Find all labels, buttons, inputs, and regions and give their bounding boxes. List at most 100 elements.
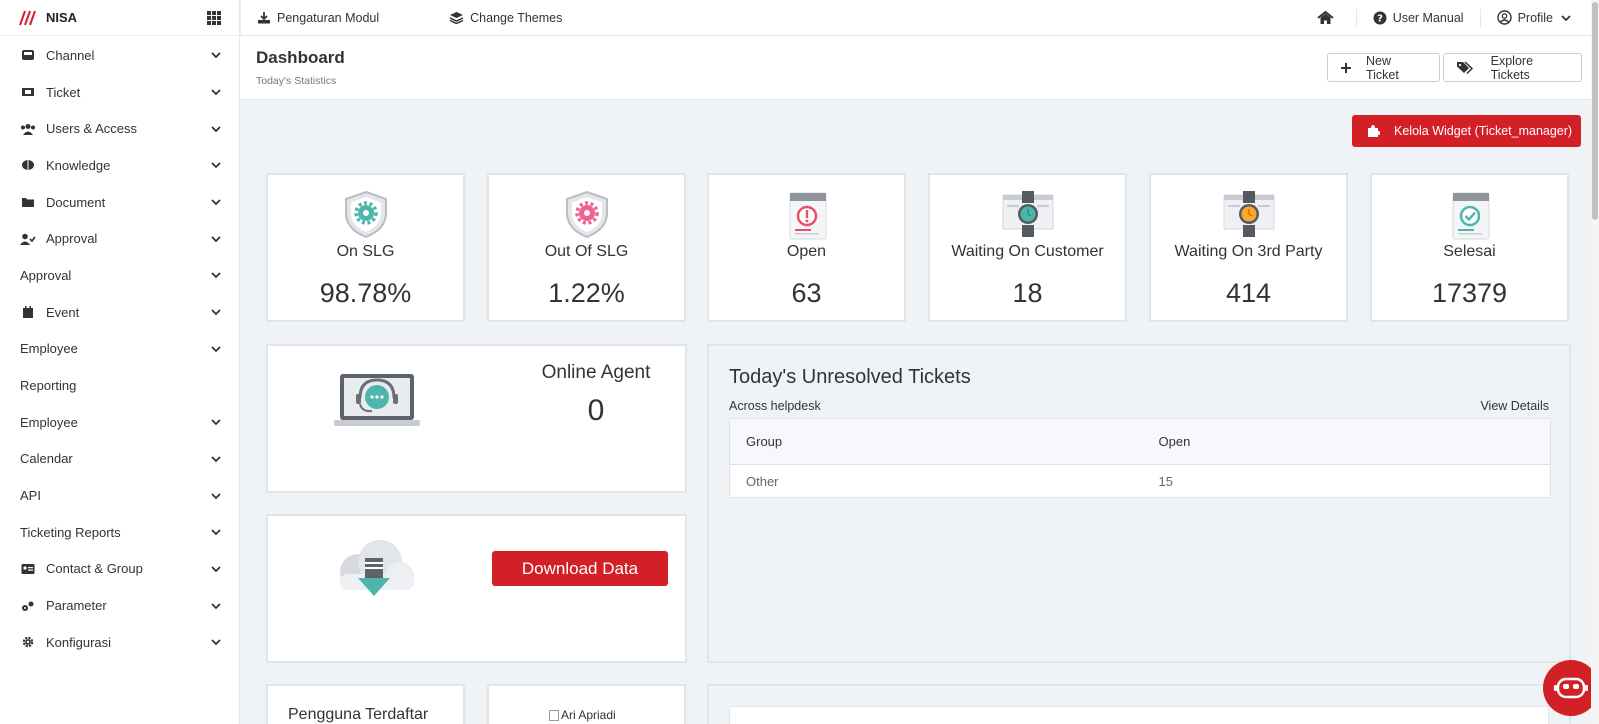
sidebar-item-label: Employee bbox=[20, 414, 78, 430]
stat-value: 18 bbox=[1012, 278, 1043, 308]
stat-card-open[interactable]: Open 63 bbox=[707, 173, 906, 322]
sidebar-item-users-access[interactable]: Users & Access bbox=[0, 110, 239, 147]
sidebar-item-contact-group[interactable]: Contact & Group bbox=[0, 551, 239, 588]
table-row[interactable]: Other 15 bbox=[730, 465, 1551, 498]
user-circle-icon bbox=[1496, 10, 1512, 25]
channel-icon bbox=[20, 48, 36, 62]
sidebar-item-parameter[interactable]: Parameter bbox=[0, 587, 239, 624]
sidebar-item-label: Users & Access bbox=[46, 121, 138, 137]
avatar-card: Ari Apriadi bbox=[487, 684, 686, 724]
cloud-download-icon bbox=[340, 540, 414, 596]
unresolved-table: Group Open Other 15 bbox=[729, 418, 1551, 498]
sidebar-item-label: Reporting bbox=[20, 378, 77, 394]
top-navbar: Pengaturan Modul Change Themes ? User Ma… bbox=[240, 0, 1599, 36]
sidebar-item-event[interactable]: Event bbox=[0, 294, 239, 331]
svg-text:?: ? bbox=[1377, 13, 1383, 24]
home-button[interactable] bbox=[1301, 0, 1356, 35]
shield-gear-green-icon bbox=[344, 190, 387, 239]
sidebar-item-reporting[interactable]: Reporting bbox=[0, 367, 239, 404]
change-themes-link[interactable]: Change Themes bbox=[433, 0, 578, 35]
manage-widget-button[interactable]: Kelola Widget (Ticket_manager) bbox=[1352, 115, 1581, 147]
chevron-down-icon bbox=[211, 491, 221, 501]
chevron-down-icon bbox=[211, 234, 221, 244]
chevron-down-icon bbox=[211, 197, 221, 207]
sidebar-item-employee[interactable]: Employee bbox=[0, 331, 239, 368]
robot-icon bbox=[1554, 677, 1588, 699]
change-themes-label: Change Themes bbox=[470, 10, 563, 25]
page-scrollbar[interactable] bbox=[1591, 0, 1599, 724]
column-header-group: Group bbox=[729, 418, 1143, 465]
address-card-icon bbox=[20, 562, 36, 576]
sidebar-item-channel[interactable]: Channel bbox=[0, 37, 239, 74]
sidebar-item-konfigurasi[interactable]: Konfigurasi bbox=[0, 624, 239, 661]
chevron-down-icon bbox=[211, 124, 221, 134]
user-check-icon bbox=[20, 232, 36, 246]
manage-widget-label: Kelola Widget (Ticket_manager) bbox=[1394, 124, 1573, 138]
module-settings-link[interactable]: Pengaturan Modul bbox=[240, 0, 395, 35]
stat-label: Waiting On Customer bbox=[951, 243, 1104, 260]
download-data-button[interactable]: Download Data bbox=[492, 551, 668, 586]
stat-card-selesai[interactable]: Selesai 17379 bbox=[1370, 173, 1569, 322]
sidebar-item-ticketing-reports[interactable]: Ticketing Reports bbox=[0, 514, 239, 551]
new-ticket-button[interactable]: New Ticket bbox=[1327, 53, 1440, 82]
sidebar-item-label: Konfigurasi bbox=[46, 634, 112, 650]
stat-label: Waiting On 3rd Party bbox=[1174, 243, 1323, 260]
apps-grid-icon[interactable] bbox=[207, 10, 221, 25]
registered-users-label: Pengguna Terdaftar bbox=[288, 706, 429, 723]
table-cell-open: 15 bbox=[1158, 473, 1173, 489]
home-icon bbox=[1317, 10, 1334, 24]
chevron-down-icon bbox=[211, 527, 221, 537]
sidebar-item-label: Ticket bbox=[46, 84, 81, 100]
chevron-down-icon bbox=[211, 307, 221, 317]
stat-value: 98.78% bbox=[319, 278, 412, 308]
chevron-down-icon bbox=[211, 417, 221, 427]
user-manual-link[interactable]: ? User Manual bbox=[1357, 0, 1480, 35]
stat-card-waiting-3rd-party[interactable]: Waiting On 3rd Party 414 bbox=[1149, 173, 1348, 322]
sidebar-item-approval-2[interactable]: Approval bbox=[0, 257, 239, 294]
online-agent-label: Online Agent bbox=[541, 362, 651, 383]
profile-menu[interactable]: Profile bbox=[1481, 0, 1599, 35]
scrollbar-thumb[interactable] bbox=[1592, 2, 1598, 220]
sidebar-item-approval[interactable]: Approval bbox=[0, 220, 239, 257]
stat-card-out-of-slg[interactable]: Out Of SLG 1.22% bbox=[487, 173, 686, 322]
sidebar-item-label: Event bbox=[46, 304, 80, 320]
stat-value: 17379 bbox=[1431, 278, 1508, 308]
avatar: Ari Apriadi bbox=[549, 708, 616, 722]
sidebar-item-label: Document bbox=[46, 194, 106, 210]
sidebar-item-knowledge[interactable]: Knowledge bbox=[0, 147, 239, 184]
tags-icon bbox=[1457, 61, 1473, 74]
chevron-down-icon bbox=[211, 601, 221, 611]
watch-teal-icon bbox=[1002, 191, 1053, 237]
view-details-link[interactable]: View Details bbox=[1480, 399, 1549, 413]
nisa-logo[interactable] bbox=[18, 10, 38, 26]
stat-value: 63 bbox=[791, 278, 822, 308]
chevron-down-icon bbox=[1561, 14, 1571, 21]
stat-label: Open bbox=[786, 243, 827, 260]
profile-label: Profile bbox=[1517, 10, 1553, 25]
calendar-icon bbox=[20, 305, 36, 319]
chevron-down-icon bbox=[211, 564, 221, 574]
unresolved-subtitle: Across helpdesk bbox=[729, 399, 821, 413]
sidebar-item-calendar[interactable]: Calendar bbox=[0, 441, 239, 478]
sidebar-item-label: Calendar bbox=[20, 451, 73, 467]
sidebar-item-api[interactable]: API bbox=[0, 477, 239, 514]
stat-card-on-slg[interactable]: On SLG 98.78% bbox=[266, 173, 465, 322]
sidebar: NISA Channel Ticket Users & Access Knowl… bbox=[0, 0, 240, 724]
module-settings-label: Pengaturan Modul bbox=[277, 10, 380, 25]
sidebar-item-ticket[interactable]: Ticket bbox=[0, 74, 239, 111]
bottom-table bbox=[729, 706, 1549, 724]
bottom-table-panel bbox=[707, 684, 1571, 724]
stat-value: 1.22% bbox=[548, 278, 625, 308]
page-title: Dashboard bbox=[256, 48, 345, 67]
puzzle-icon bbox=[1368, 125, 1380, 137]
stat-card-waiting-customer[interactable]: Waiting On Customer 18 bbox=[928, 173, 1127, 322]
stat-label: Selesai bbox=[1443, 243, 1496, 260]
avatar-alt-text: Ari Apriadi bbox=[561, 708, 616, 722]
sidebar-item-employee-2[interactable]: Employee bbox=[0, 404, 239, 441]
sidebar-item-label: Contact & Group bbox=[46, 561, 143, 577]
explore-tickets-button[interactable]: Explore Tickets bbox=[1443, 53, 1582, 82]
sidebar-item-label: Channel bbox=[46, 47, 95, 63]
unresolved-title: Today's Unresolved Tickets bbox=[729, 366, 971, 388]
sidebar-item-document[interactable]: Document bbox=[0, 184, 239, 221]
table-header-row: Group Open bbox=[729, 418, 1551, 465]
